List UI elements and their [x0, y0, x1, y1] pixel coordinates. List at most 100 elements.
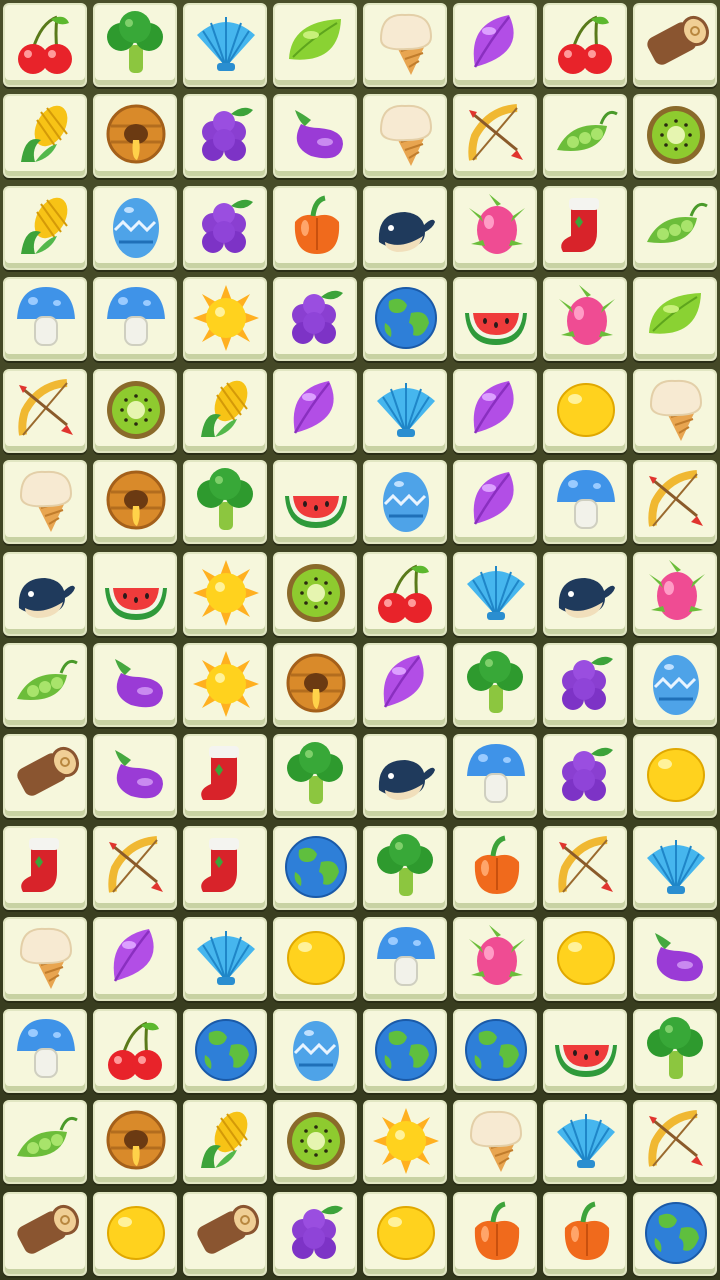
tile-honeycomb[interactable]	[93, 94, 177, 179]
tile-kiwi[interactable]	[273, 551, 357, 636]
tile-broccoli[interactable]	[183, 460, 267, 545]
tile-log[interactable]	[183, 1191, 267, 1276]
tile-corn[interactable]	[183, 368, 267, 453]
tile-broccoli[interactable]	[363, 825, 447, 910]
tile-kiwi[interactable]	[273, 1100, 357, 1185]
tile-watermelon[interactable]	[543, 1008, 627, 1093]
tile-bow-arrow[interactable]	[633, 460, 717, 545]
tile-sun[interactable]	[183, 277, 267, 362]
tile-shell[interactable]	[543, 1100, 627, 1185]
tile-pea-pod[interactable]	[543, 94, 627, 179]
tile-cherry[interactable]	[363, 551, 447, 636]
tile-grapes[interactable]	[183, 94, 267, 179]
tile-lime[interactable]	[633, 277, 717, 362]
tile-bell-pepper[interactable]	[453, 1191, 537, 1276]
tile-corn[interactable]	[3, 94, 87, 179]
tile-honeycomb[interactable]	[93, 1100, 177, 1185]
tile-mushroom[interactable]	[3, 1008, 87, 1093]
tile-eggplant[interactable]	[633, 917, 717, 1002]
tile-sun[interactable]	[363, 1100, 447, 1185]
tile-easter-egg[interactable]	[363, 460, 447, 545]
tile-lime[interactable]	[273, 3, 357, 87]
tile-whale[interactable]	[543, 551, 627, 636]
tile-leaf[interactable]	[363, 643, 447, 727]
tile-grapes[interactable]	[543, 734, 627, 819]
tile-bow-arrow[interactable]	[3, 368, 87, 453]
tile-globe[interactable]	[363, 1008, 447, 1093]
tile-leaf[interactable]	[453, 460, 537, 545]
tile-eggplant[interactable]	[93, 734, 177, 819]
tile-leaf[interactable]	[93, 917, 177, 1002]
tile-mushroom[interactable]	[363, 917, 447, 1002]
tile-eggplant[interactable]	[273, 94, 357, 179]
tile-bow-arrow[interactable]	[633, 1100, 717, 1185]
tile-bow-arrow[interactable]	[93, 825, 177, 910]
tile-broccoli[interactable]	[273, 734, 357, 819]
tile-ice-cream[interactable]	[363, 94, 447, 179]
tile-globe[interactable]	[633, 1191, 717, 1276]
tile-log[interactable]	[3, 734, 87, 819]
tile-whale[interactable]	[3, 551, 87, 636]
tile-honeycomb[interactable]	[273, 643, 357, 727]
tile-dragon-fruit[interactable]	[543, 277, 627, 362]
tile-lemon[interactable]	[273, 917, 357, 1002]
tile-ice-cream[interactable]	[363, 3, 447, 87]
tile-lemon[interactable]	[633, 734, 717, 819]
tile-lemon[interactable]	[543, 917, 627, 1002]
tile-easter-egg[interactable]	[633, 643, 717, 727]
tile-mushroom[interactable]	[453, 734, 537, 819]
tile-whale[interactable]	[363, 185, 447, 270]
tile-shell[interactable]	[363, 368, 447, 453]
tile-ice-cream[interactable]	[633, 368, 717, 453]
tile-dragon-fruit[interactable]	[453, 185, 537, 270]
tile-pea-pod[interactable]	[3, 1100, 87, 1185]
tile-corn[interactable]	[3, 185, 87, 270]
tile-shell[interactable]	[633, 825, 717, 910]
tile-christmas-stocking[interactable]	[183, 825, 267, 910]
tile-christmas-stocking[interactable]	[183, 734, 267, 819]
tile-log[interactable]	[3, 1191, 87, 1276]
tile-sun[interactable]	[183, 643, 267, 727]
tile-mushroom[interactable]	[3, 277, 87, 362]
tile-watermelon[interactable]	[93, 551, 177, 636]
tile-grapes[interactable]	[183, 185, 267, 270]
tile-eggplant[interactable]	[93, 643, 177, 727]
tile-mushroom[interactable]	[93, 277, 177, 362]
tile-cherry[interactable]	[3, 3, 87, 87]
tile-kiwi[interactable]	[93, 368, 177, 453]
tile-bow-arrow[interactable]	[543, 825, 627, 910]
tile-easter-egg[interactable]	[273, 1008, 357, 1093]
tile-leaf[interactable]	[453, 3, 537, 87]
tile-bell-pepper[interactable]	[453, 825, 537, 910]
tile-christmas-stocking[interactable]	[543, 185, 627, 270]
tile-mushroom[interactable]	[543, 460, 627, 545]
tile-pea-pod[interactable]	[3, 643, 87, 727]
tile-ice-cream[interactable]	[3, 917, 87, 1002]
tile-shell[interactable]	[183, 3, 267, 87]
tile-globe[interactable]	[453, 1008, 537, 1093]
tile-lemon[interactable]	[363, 1191, 447, 1276]
tile-leaf[interactable]	[453, 368, 537, 453]
tile-globe[interactable]	[183, 1008, 267, 1093]
tile-broccoli[interactable]	[633, 1008, 717, 1093]
tile-grapes[interactable]	[273, 277, 357, 362]
tile-kiwi[interactable]	[633, 94, 717, 179]
tile-grapes[interactable]	[273, 1191, 357, 1276]
tile-lemon[interactable]	[543, 368, 627, 453]
tile-christmas-stocking[interactable]	[3, 825, 87, 910]
tile-globe[interactable]	[363, 277, 447, 362]
tile-log[interactable]	[633, 3, 717, 87]
tile-pea-pod[interactable]	[633, 185, 717, 270]
tile-watermelon[interactable]	[273, 460, 357, 545]
tile-broccoli[interactable]	[93, 3, 177, 87]
tile-globe[interactable]	[273, 825, 357, 910]
tile-dragon-fruit[interactable]	[453, 917, 537, 1002]
tile-ice-cream[interactable]	[3, 460, 87, 545]
tile-lemon[interactable]	[93, 1191, 177, 1276]
tile-bell-pepper[interactable]	[273, 185, 357, 270]
tile-easter-egg[interactable]	[93, 185, 177, 270]
tile-broccoli[interactable]	[453, 643, 537, 727]
tile-cherry[interactable]	[543, 3, 627, 87]
tile-whale[interactable]	[363, 734, 447, 819]
tile-ice-cream[interactable]	[453, 1100, 537, 1185]
